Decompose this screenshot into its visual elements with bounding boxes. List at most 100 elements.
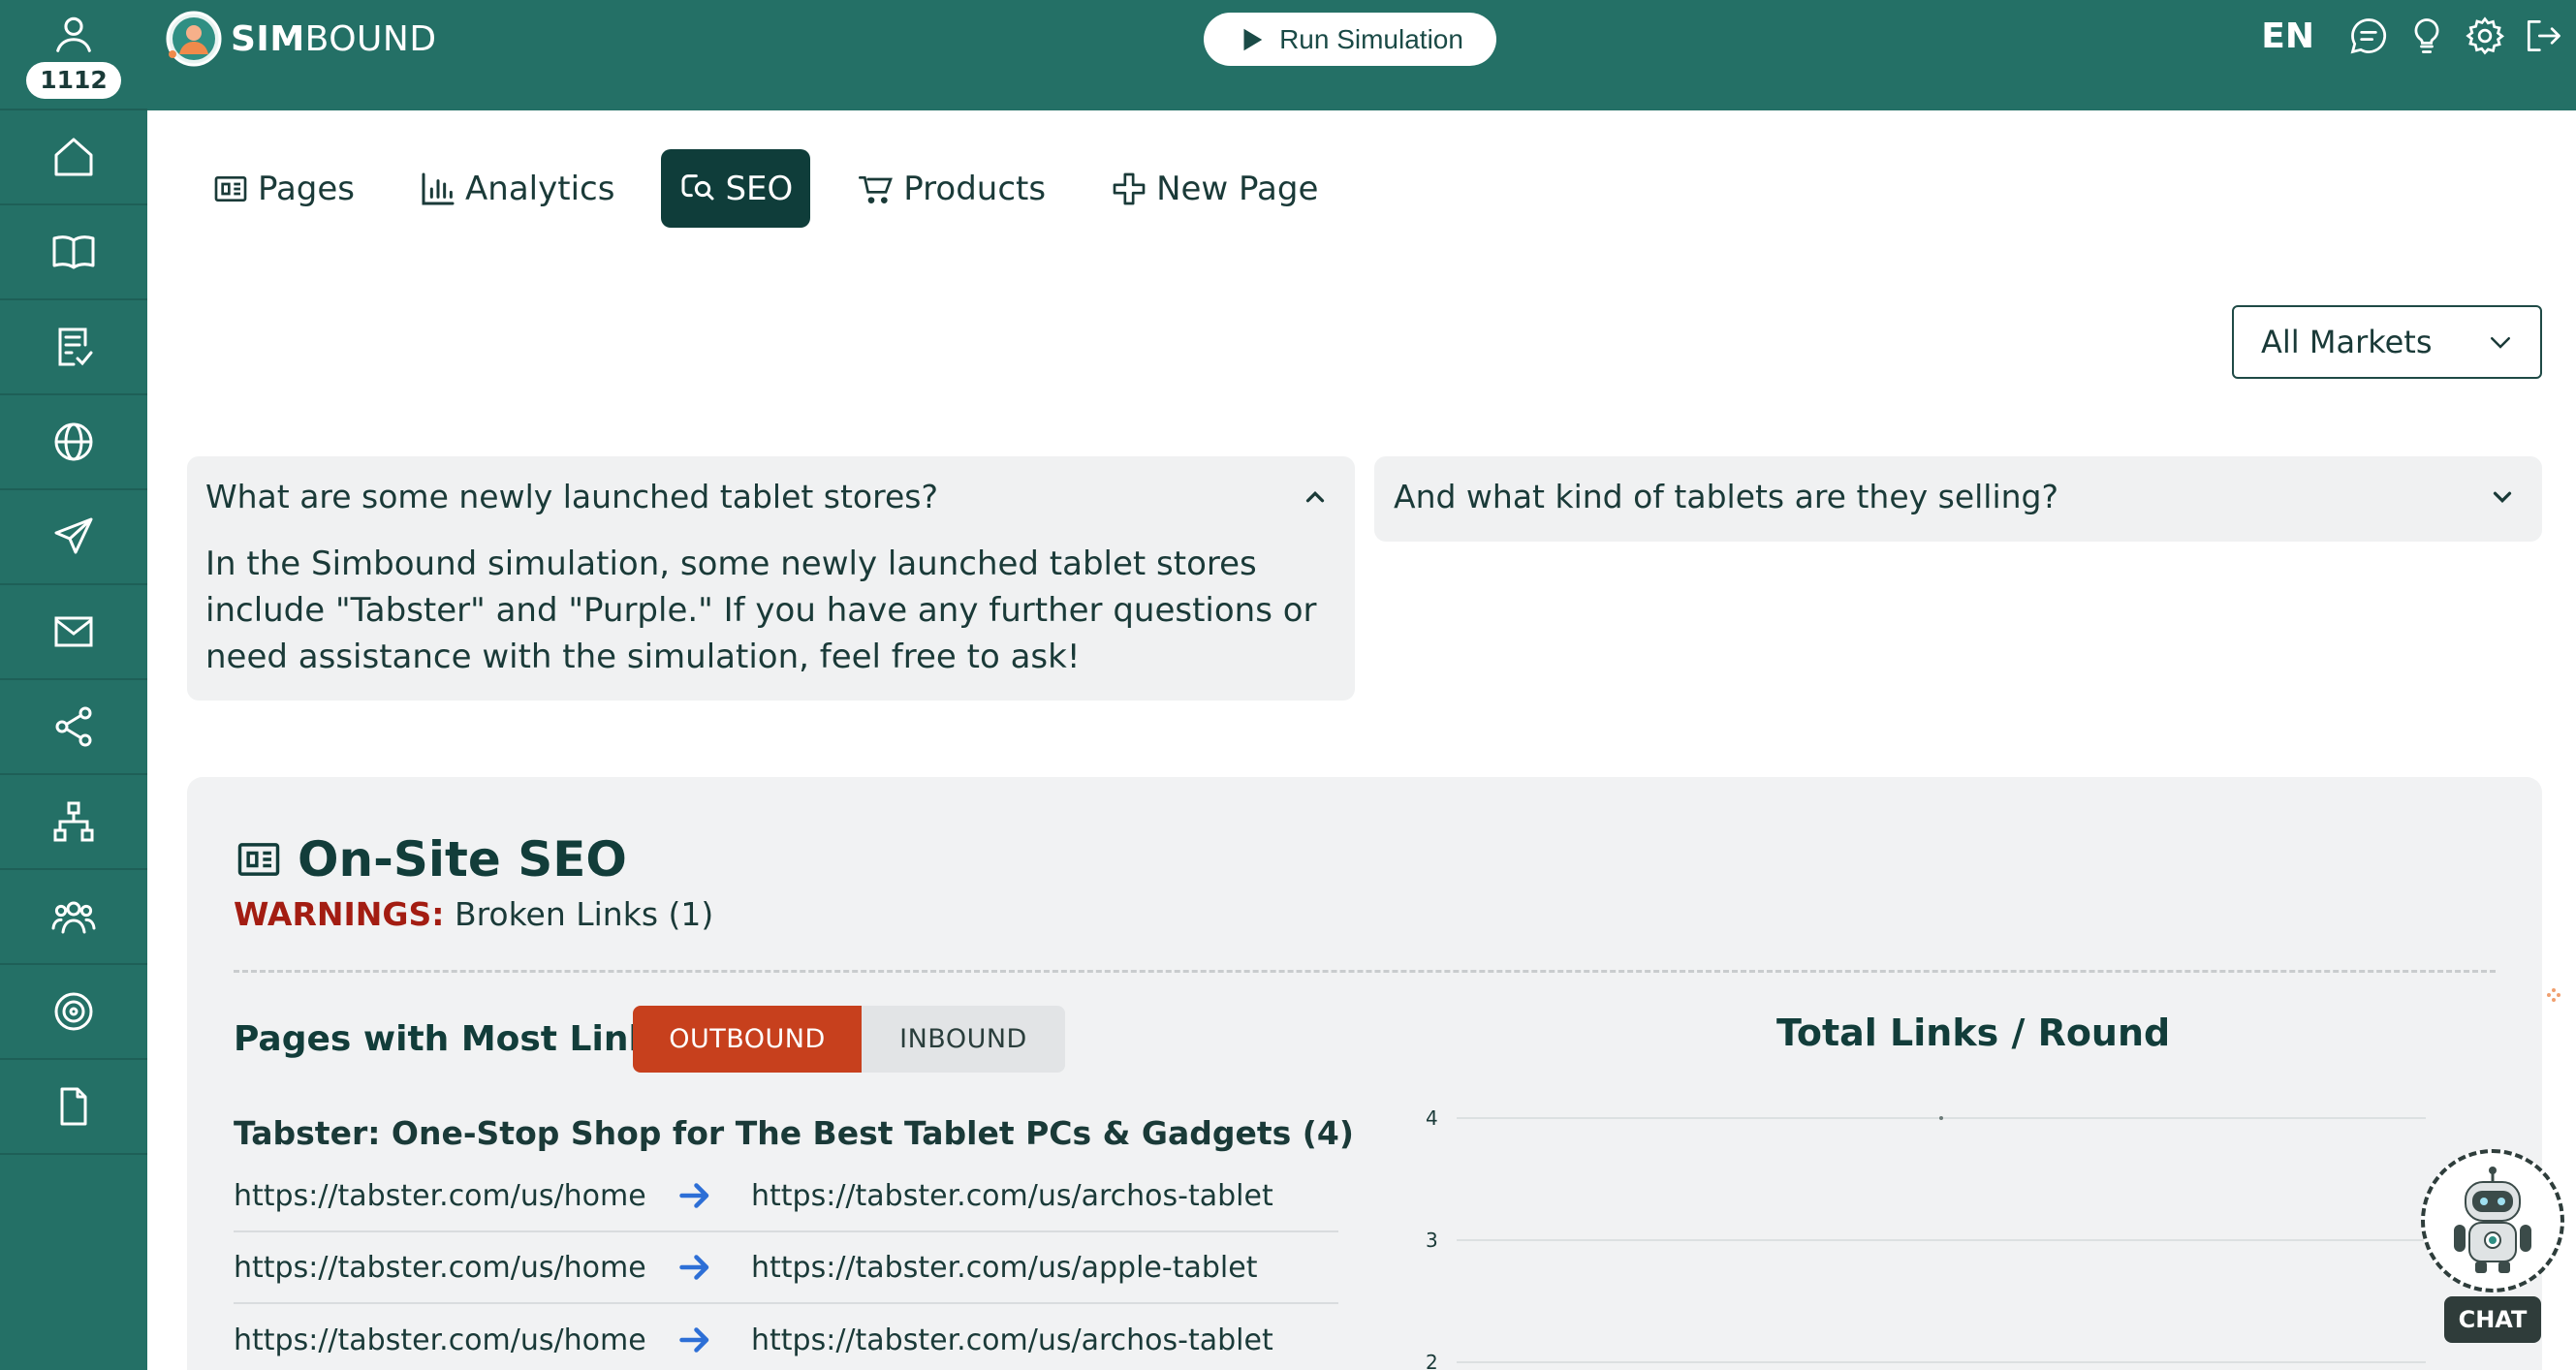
section-tabs: Pages Analytics SEO Products New Page	[194, 149, 1365, 228]
warnings-label: WARNINGS:	[234, 895, 445, 933]
chart-point[interactable]	[1939, 1116, 1943, 1120]
brand-logo[interactable]: SIMBOUND	[165, 10, 437, 68]
link-row: https://tabster.com/us/home https://tabs…	[234, 1232, 1338, 1304]
tab-pages-label: Pages	[258, 169, 356, 208]
share-icon	[55, 706, 92, 747]
scroll-indicator-icon	[2547, 988, 2560, 1002]
chevron-down-icon[interactable]	[2488, 483, 2517, 512]
tab-seo-label: SEO	[725, 169, 794, 208]
language-selector[interactable]: EN	[2261, 16, 2314, 56]
sidebar-item-share[interactable]	[0, 680, 147, 775]
task-list-icon	[58, 327, 93, 366]
warnings-text[interactable]: Broken Links (1)	[455, 895, 713, 933]
top-right-controls: EN	[2261, 15, 2564, 57]
user-profile[interactable]: 1112	[0, 0, 147, 110]
tab-products-label: Products	[903, 169, 1047, 208]
chat-bot-button[interactable]	[2421, 1149, 2564, 1292]
link-row: https://tabster.com/us/home https://tabs…	[234, 1161, 1338, 1232]
y-tick-label: 2	[1426, 1351, 1438, 1370]
faq-question[interactable]: And what kind of tablets are they sellin…	[1394, 478, 2517, 515]
plus-icon	[1113, 172, 1146, 204]
sidebar-item-document[interactable]	[0, 1060, 147, 1155]
lightbulb-icon[interactable]	[2405, 15, 2448, 57]
arrow-right-icon	[677, 1178, 751, 1213]
brand-name: SIMBOUND	[231, 18, 437, 59]
link-row: https://tabster.com/us/home https://tabs…	[234, 1304, 1338, 1370]
pages-icon	[214, 175, 247, 202]
user-icon	[56, 16, 91, 52]
sidebar-item-team[interactable]	[0, 870, 147, 965]
sidebar-item-hierarchy[interactable]	[0, 775, 147, 870]
warnings-line: WARNINGS: Broken Links (1)	[234, 895, 713, 933]
seo-title-text: On-Site SEO	[298, 831, 627, 887]
team-icon	[51, 901, 96, 934]
tab-analytics[interactable]: Analytics	[401, 149, 632, 228]
sidebar-item-home[interactable]	[0, 110, 147, 205]
user-points-badge: 1112	[26, 62, 121, 99]
sidebar-item-tasks[interactable]	[0, 300, 147, 395]
dashed-divider	[234, 970, 2496, 973]
top-bar: SIMBOUND Run Simulation EN	[147, 0, 2576, 110]
analytics-icon	[422, 172, 455, 204]
outbound-toggle-button[interactable]: OUTBOUND	[633, 1006, 862, 1073]
chat-label[interactable]: CHAT	[2444, 1296, 2541, 1343]
on-site-seo-panel: On-Site SEO WARNINGS: Broken Links (1) P…	[187, 777, 2542, 1370]
y-tick-label: 4	[1426, 1106, 1438, 1130]
tab-new-page-label: New Page	[1156, 169, 1319, 208]
sidebar-item-mail[interactable]	[0, 585, 147, 680]
link-target[interactable]: https://tabster.com/us/apple-tablet	[751, 1251, 1257, 1285]
target-icon	[54, 992, 93, 1031]
link-source[interactable]: https://tabster.com/us/home	[234, 1251, 677, 1285]
seo-panel-title: On-Site SEO	[234, 831, 627, 887]
tab-seo[interactable]: SEO	[661, 149, 811, 228]
market-select-value: All Markets	[2261, 324, 2433, 360]
faq-question-text: What are some newly launched tablet stor…	[205, 478, 938, 515]
market-select[interactable]: All Markets	[2232, 305, 2542, 379]
chevron-up-icon[interactable]	[1301, 483, 1330, 512]
faq-card-stores: What are some newly launched tablet stor…	[187, 456, 1355, 701]
faq-question-text: And what kind of tablets are they sellin…	[1394, 478, 2059, 515]
link-source[interactable]: https://tabster.com/us/home	[234, 1323, 677, 1357]
faq-answer: In the Simbound simulation, some newly l…	[205, 545, 1317, 676]
sidebar-item-book[interactable]	[0, 205, 147, 300]
sidebar-item-globe[interactable]	[0, 395, 147, 490]
globe-icon	[54, 422, 93, 461]
faq-question[interactable]: What are some newly launched tablet stor…	[205, 478, 1330, 515]
simbound-logo-icon	[166, 11, 222, 67]
document-icon	[60, 1087, 87, 1126]
total-links-chart: 4 3 2	[1426, 1106, 2426, 1370]
chevron-down-icon	[2491, 337, 2510, 349]
inbound-toggle-button[interactable]: INBOUND	[862, 1006, 1065, 1073]
mail-icon	[54, 616, 93, 647]
faq-card-tablets[interactable]: And what kind of tablets are they sellin…	[1374, 456, 2542, 542]
link-direction-toggle: OUTBOUND INBOUND	[633, 1006, 1065, 1073]
seo-icon	[681, 173, 714, 200]
sidebar-item-target[interactable]	[0, 965, 147, 1060]
left-sidebar: 1112	[0, 0, 147, 1370]
link-source[interactable]: https://tabster.com/us/home	[234, 1179, 677, 1213]
link-list: https://tabster.com/us/home https://tabs…	[234, 1161, 1338, 1370]
pages-most-links-title: Pages with Most Links	[234, 1019, 673, 1059]
hierarchy-icon	[53, 801, 94, 842]
arrow-right-icon	[677, 1250, 751, 1285]
send-icon	[54, 517, 93, 554]
cart-icon	[859, 175, 894, 203]
sidebar-item-send[interactable]	[0, 490, 147, 585]
home-icon	[54, 138, 93, 176]
run-simulation-label: Run Simulation	[1279, 23, 1463, 54]
y-tick-label: 3	[1426, 1229, 1438, 1252]
robot-icon	[2454, 1167, 2531, 1273]
tab-pages[interactable]: Pages	[194, 149, 372, 228]
tab-new-page[interactable]: New Page	[1092, 149, 1335, 228]
tab-products[interactable]: Products	[839, 149, 1063, 228]
logout-icon[interactable]	[2522, 15, 2564, 57]
run-simulation-button[interactable]: Run Simulation	[1204, 13, 1496, 66]
tab-analytics-label: Analytics	[465, 169, 615, 208]
chat-bubble-icon[interactable]	[2347, 15, 2390, 57]
gear-icon[interactable]	[2464, 15, 2506, 57]
play-icon	[1243, 28, 1263, 50]
link-target[interactable]: https://tabster.com/us/archos-tablet	[751, 1323, 1273, 1357]
link-target[interactable]: https://tabster.com/us/archos-tablet	[751, 1179, 1273, 1213]
chart-title: Total Links / Round	[1776, 1012, 2171, 1054]
link-group-title: Tabster: One-Stop Shop for The Best Tabl…	[234, 1114, 1354, 1152]
